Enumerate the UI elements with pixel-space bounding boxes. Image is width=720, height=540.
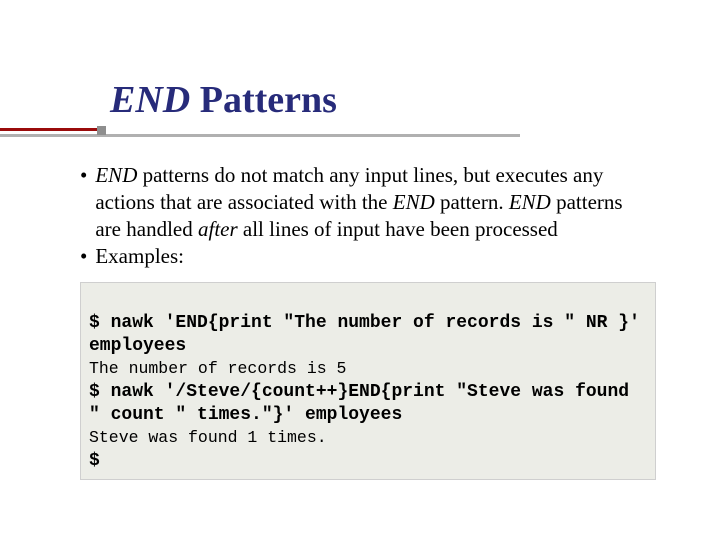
p1-end3: END (509, 190, 551, 214)
bullet-dot (80, 162, 95, 243)
code-line-4: Steve was found 1 times. (89, 428, 327, 447)
code-line-5: $ (89, 451, 100, 471)
code-line-3: $ nawk '/Steve/{count++}END{print "Steve… (89, 382, 640, 425)
title-rest: Patterns (190, 79, 337, 121)
p1-after: after (198, 217, 238, 241)
grey-rule (0, 134, 520, 137)
rule-square (97, 126, 106, 135)
p1-end: END (95, 163, 137, 187)
slide-title: END Patterns (110, 78, 720, 122)
title-end-italic: END (110, 79, 190, 121)
bullet-1: END patterns do not match any input line… (80, 162, 652, 243)
bullet-1-text: END patterns do not match any input line… (95, 162, 652, 243)
p1-rest4: all lines of input have been processed (238, 217, 558, 241)
bullet-dot (80, 243, 95, 270)
bullet-2-text: Examples: (95, 243, 184, 270)
body-content: END patterns do not match any input line… (0, 122, 720, 270)
p1-rest2: pattern. (435, 190, 509, 214)
slide-title-area: END Patterns (0, 0, 720, 122)
bullet-2: Examples: (80, 243, 652, 270)
p1-end2: END (393, 190, 435, 214)
code-line-2: The number of records is 5 (89, 359, 346, 378)
code-example: $ nawk 'END{print "The number of records… (80, 282, 656, 480)
code-line-1: $ nawk 'END{print "The number of records… (89, 313, 651, 356)
accent-rule (0, 128, 100, 131)
